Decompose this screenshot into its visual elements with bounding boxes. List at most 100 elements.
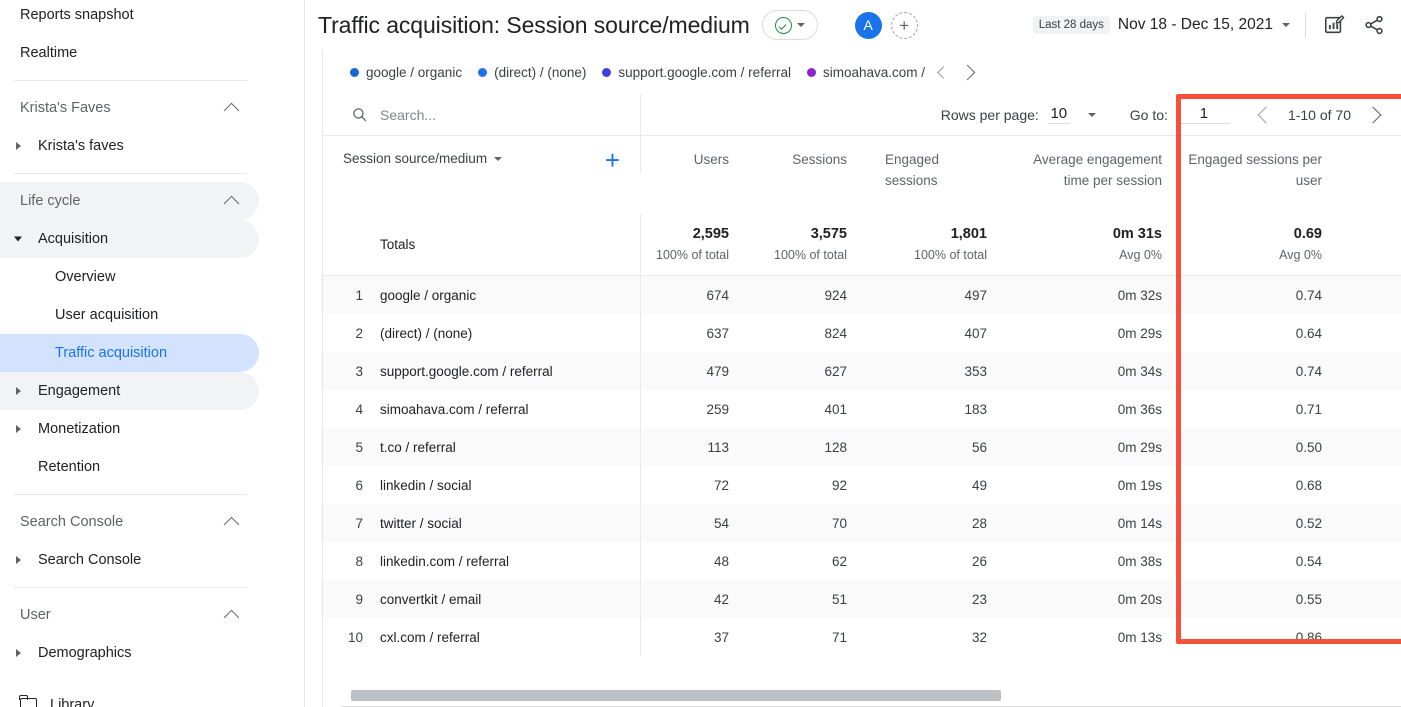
column-header-engaged-sessions-per-user[interactable]: Engaged sessions per user	[1186, 136, 1346, 191]
cell-value: 401	[824, 401, 847, 417]
row-source-label[interactable]: google / organic	[380, 288, 476, 303]
table-row[interactable]: 4 simoahava.com / referral 259 401 183 0m 36s…	[323, 390, 1401, 428]
sidebar-item-label: Acquisition	[38, 231, 109, 247]
avatar[interactable]: A	[854, 11, 882, 39]
goto-page-input[interactable]: 1	[1177, 105, 1230, 124]
horizontal-scrollbar[interactable]	[351, 690, 1401, 701]
column-header-engaged-sessions[interactable]: Engaged sessions	[871, 136, 1011, 191]
dimension-header-cell: Session source/medium +	[323, 136, 641, 173]
sidebar-item-label: Overview	[55, 269, 116, 285]
sidebar-item-kristas-faves[interactable]: Krista's faves	[0, 127, 259, 165]
sidebar-item-user-acquisition[interactable]: User acquisition	[0, 296, 259, 334]
column-header-users[interactable]: Users	[641, 136, 753, 170]
sidebar-item-overview[interactable]: Overview	[0, 258, 259, 296]
chevron-down-icon[interactable]	[1087, 112, 1096, 117]
sidebar-item-label: Krista's faves	[38, 138, 124, 154]
legend-color-dot	[478, 67, 488, 77]
table-row[interactable]: 10 cxl.com / referral 37 71 32 0m 13s 0.86	[323, 618, 1401, 656]
row-source-label[interactable]: simoahava.com / referral	[380, 402, 529, 417]
row-cell-engaged-sessions: 407	[871, 314, 1011, 352]
chevron-up-icon	[223, 516, 240, 532]
row-source-label[interactable]: support.google.com / referral	[380, 364, 553, 379]
table-row[interactable]: 5 t.co / referral 113 128 56 0m 29s 0.50	[323, 428, 1401, 466]
sidebar-item-label: Retention	[38, 459, 101, 475]
cell-value: 28	[971, 515, 987, 531]
share-icon[interactable]	[1361, 12, 1387, 38]
row-source-label[interactable]: twitter / social	[380, 516, 462, 531]
row-source-label[interactable]: cxl.com / referral	[380, 630, 480, 645]
cell-value: 92	[831, 477, 847, 493]
scrollbar-thumb[interactable]	[351, 690, 1001, 701]
chevron-right-icon[interactable]	[959, 64, 976, 80]
sidebar-section-search-console[interactable]: Search Console	[0, 503, 259, 541]
chevron-left-icon[interactable]	[937, 65, 950, 79]
sidebar-item-demographics[interactable]: Demographics	[0, 634, 259, 672]
column-header-avg-engagement-time[interactable]: Average engagement time per session	[1011, 136, 1186, 191]
cell-value: 51	[831, 591, 847, 607]
sidebar-item-monetization[interactable]: Monetization	[0, 410, 259, 448]
legend-item[interactable]: (direct) / (none)	[478, 65, 586, 80]
next-page-button[interactable]	[1364, 106, 1382, 123]
sidebar-section-life-cycle[interactable]: Life cycle	[0, 182, 259, 220]
row-dimension-cell: 2 (direct) / (none)	[323, 314, 641, 352]
add-user-button[interactable]: +	[890, 11, 918, 39]
row-dimension-cell: 8 linkedin.com / referral	[323, 542, 641, 580]
table-row[interactable]: 7 twitter / social 54 70 28 0m 14s 0.52	[323, 504, 1401, 542]
sidebar-item-realtime[interactable]: Realtime	[0, 34, 259, 72]
row-cell-users: 48	[641, 542, 753, 580]
cell-value: 0.54	[1295, 553, 1322, 569]
row-source-label[interactable]: linkedin.com / referral	[380, 554, 509, 569]
cell-value: 674	[706, 287, 729, 303]
table-row[interactable]: 1 google / organic 674 924 497 0m 32s 0.74	[323, 276, 1401, 314]
row-cell-sessions: 70	[753, 504, 871, 542]
cell-value: 23	[971, 591, 987, 607]
legend-item[interactable]: support.google.com / referral	[602, 65, 791, 80]
cell-value: 0m 20s	[1117, 591, 1162, 607]
add-dimension-button[interactable]: +	[605, 147, 620, 173]
sidebar-section-label: Life cycle	[20, 193, 81, 209]
sidebar-item-library[interactable]: Library	[0, 686, 259, 707]
chart-edit-icon[interactable]	[1321, 12, 1347, 38]
row-cell-sessions: 51	[753, 580, 871, 618]
sidebar-item-traffic-acquisition[interactable]: Traffic acquisition	[0, 334, 259, 372]
goto-label: Go to:	[1129, 106, 1168, 123]
table-row[interactable]: 3 support.google.com / referral 479 627 353 0…	[323, 352, 1401, 390]
sidebar-item-search-console[interactable]: Search Console	[0, 541, 259, 579]
legend-item[interactable]: google / organic	[350, 65, 462, 80]
sidebar-item-engagement[interactable]: Engagement	[0, 372, 259, 410]
row-source-label[interactable]: (direct) / (none)	[380, 326, 472, 341]
search-input[interactable]: Search...	[323, 94, 641, 135]
sidebar-item-retention[interactable]: Retention	[0, 448, 259, 486]
totals-avg-engagement-time: 0m 31s Avg 0%	[1112, 225, 1162, 262]
column-header-sessions[interactable]: Sessions	[753, 136, 871, 170]
prev-page-button[interactable]	[1257, 106, 1275, 123]
sidebar-section-user[interactable]: User	[0, 596, 259, 634]
sidebar-section-kristas-faves[interactable]: Krista's Faves	[0, 89, 259, 127]
row-cell-users: 674	[641, 276, 753, 314]
table-row[interactable]: 8 linkedin.com / referral 48 62 26 0m 38s 0.54	[323, 542, 1401, 580]
row-cell-avg-engagement-time: 0m 29s	[1011, 314, 1186, 352]
table-row[interactable]: 6 linkedin / social 72 92 49 0m 19s 0.68	[323, 466, 1401, 504]
totals-label: Totals	[380, 237, 416, 252]
row-source-label[interactable]: convertkit / email	[380, 592, 481, 607]
chevron-down-icon[interactable]	[1282, 23, 1290, 27]
row-rank: 9	[355, 591, 363, 607]
rows-per-page-select[interactable]: 10	[1047, 105, 1070, 124]
header-right-controls: Last 28 days Nov 18 - Dec 15, 2021	[1032, 12, 1387, 38]
report-content: google / organic (direct) / (none) suppo…	[322, 50, 1401, 707]
row-source-label[interactable]: t.co / referral	[380, 440, 456, 455]
sidebar-item-reports-snapshot[interactable]: Reports snapshot	[0, 0, 259, 34]
row-source-label[interactable]: linkedin / social	[380, 478, 472, 493]
legend-item[interactable]: simoahava.com /	[806, 65, 925, 80]
table-row[interactable]: 9 convertkit / email 42 51 23 0m 20s 0.55	[323, 580, 1401, 618]
row-cell-avg-engagement-time: 0m 13s	[1011, 618, 1186, 656]
report-status-dropdown[interactable]	[761, 10, 818, 40]
table-row[interactable]: 2 (direct) / (none) 637 824 407 0m 29s 0.64	[323, 314, 1401, 352]
dimension-selector[interactable]: Session source/medium	[343, 151, 503, 166]
page-range-label: 1-10 of 70	[1287, 106, 1351, 123]
cell-value: 32	[971, 629, 987, 645]
sidebar-item-acquisition[interactable]: Acquisition	[0, 220, 259, 258]
cell-value: 0m 34s	[1117, 363, 1162, 379]
date-range-picker[interactable]: Nov 18 - Dec 15, 2021	[1118, 16, 1273, 34]
pagination-controls: Rows per page: 10 Go to: 1 1-10 of 70	[941, 105, 1401, 124]
